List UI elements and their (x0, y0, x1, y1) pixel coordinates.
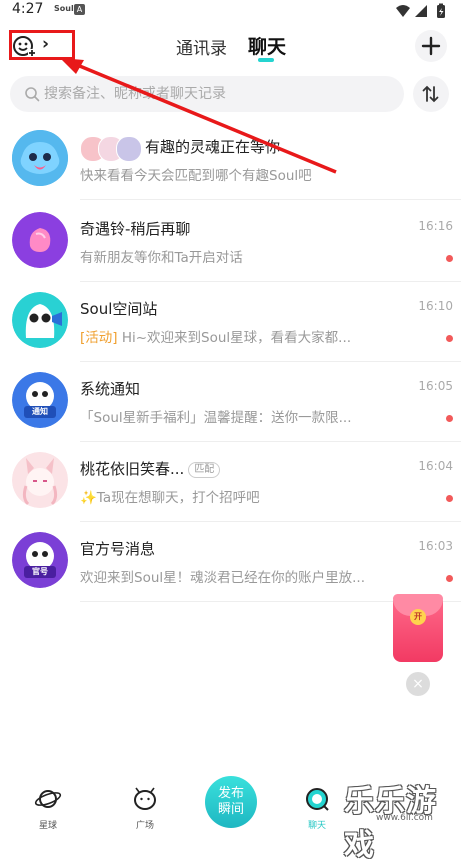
divider (80, 441, 461, 442)
divider (80, 521, 461, 522)
mini-avatar-group (80, 136, 142, 162)
planet-icon (34, 790, 62, 808)
chat-title: 系统通知 (80, 380, 141, 398)
red-packet-coin-icon: 开 (410, 609, 426, 625)
publish-label-2: 瞬间 (217, 802, 244, 817)
unread-dot (446, 495, 453, 502)
status-icons (395, 3, 451, 23)
chat-time: 16:04 (418, 459, 453, 473)
chat-title: 官方号消息 (80, 540, 156, 558)
chat-title: 有趣的灵魂正在等你 (145, 138, 281, 156)
search-input[interactable] (44, 76, 384, 112)
official-account-avatar: 官号 (12, 532, 68, 588)
a-notification-icon: A (74, 4, 85, 15)
nav-square[interactable]: 广场 (115, 786, 175, 831)
soul-match-avatar (12, 130, 68, 186)
official-badge-text: 官号 (32, 567, 48, 576)
system-notice-avatar: 通知 (12, 372, 68, 428)
status-bar: 4:27 Soul A (0, 0, 461, 22)
plus-icon (421, 36, 441, 56)
chat-preview: 快来看看今天会匹配到哪个有趣Soul吧 (80, 168, 312, 184)
battery-icon (437, 3, 445, 18)
chat-title: 桃花依旧笑春... 匹配 (80, 458, 221, 479)
chat-row-soul-match[interactable]: 有趣的灵魂正在等你 快来看看今天会匹配到哪个有趣Soul吧 (0, 122, 461, 202)
tab-contacts[interactable]: 通讯录 (176, 34, 227, 59)
unread-dot (446, 335, 453, 342)
publish-label-1: 发布 (217, 786, 244, 801)
activity-tag: [活动] (80, 330, 118, 346)
nav-label: 广场 (135, 821, 154, 831)
unread-dot (446, 255, 453, 262)
soul-notification-icon: Soul (54, 4, 74, 13)
encounter-bell-avatar (12, 212, 68, 268)
chat-row-system-notice[interactable]: 通知 系统通知 「Soul星新手福利」温馨提醒：送你一款限... 16:05 (0, 364, 461, 444)
chat-title: Soul空间站 (80, 300, 158, 318)
status-time: 4:27 (12, 1, 44, 17)
chat-title-text: 桃花依旧笑春... (80, 460, 185, 478)
annotation-highlight-box (9, 30, 75, 60)
chat-time: 16:10 (418, 299, 453, 313)
chat-row-official-messages[interactable]: 官号 官方号消息 欢迎来到Soul星！魂淡君已经在你的账户里放... 16:03 (0, 524, 461, 604)
chat-time: 16:03 (418, 539, 453, 553)
chat-preview-text: Hi~欢迎来到Soul星球，看看大家都... (117, 330, 352, 346)
chat-time: 16:16 (418, 219, 453, 233)
nav-label: 星球 (38, 821, 57, 831)
publish-moment-button[interactable]: 发布 瞬间 (205, 776, 257, 828)
nav-chat[interactable]: 聊天 (287, 786, 347, 831)
red-packet-float[interactable]: 开 (393, 594, 443, 662)
unread-dot (446, 575, 453, 582)
add-button[interactable] (415, 30, 447, 62)
search-icon (25, 87, 40, 102)
mini-avatar (116, 136, 142, 162)
chat-row-encounter-bell[interactable]: 奇遇铃-稍后再聊 有新朋友等你和Ta开启对话 16:16 (0, 204, 461, 284)
divider (80, 199, 461, 200)
unread-dot (446, 415, 453, 422)
chat-row-soul-space-station[interactable]: Soul空间站 [活动] Hi~欢迎来到Soul星球，看看大家都... 16:1… (0, 284, 461, 364)
chat-time: 16:05 (418, 379, 453, 393)
signal-icon (415, 5, 427, 17)
chat-preview: 欢迎来到Soul星！魂淡君已经在你的账户里放... (80, 570, 366, 586)
tab-chat[interactable]: 聊天 (248, 32, 286, 59)
square-face-icon (134, 787, 156, 810)
wifi-icon (396, 5, 410, 17)
peach-blossom-avatar (12, 452, 68, 508)
chat-row-peach-blossom[interactable]: 桃花依旧笑春... 匹配 ✨Ta现在想聊天，打个招呼吧 16:04 (0, 444, 461, 524)
nav-planet[interactable]: 星球 (18, 786, 78, 831)
nav-label: 聊天 (307, 821, 326, 831)
match-pill: 匹配 (188, 462, 221, 478)
chat-bubble-icon (306, 788, 329, 811)
search-bar[interactable] (10, 76, 404, 112)
chat-preview: ✨Ta现在想聊天，打个招呼吧 (80, 490, 260, 506)
chat-preview: 「Soul星新手福利」温馨提醒：送你一款限... (80, 410, 352, 426)
space-station-avatar (12, 292, 68, 348)
sort-button[interactable] (413, 76, 449, 112)
watermark-url: www.6ll.com (376, 813, 433, 823)
sort-arrows-icon (422, 85, 439, 103)
chat-title: 奇遇铃-稍后再聊 (80, 220, 191, 238)
chat-preview: 有新朋友等你和Ta开启对话 (80, 250, 243, 266)
chat-preview: [活动] Hi~欢迎来到Soul星球，看看大家都... (80, 326, 380, 346)
system-badge-text: 通知 (32, 407, 48, 416)
active-tab-indicator (258, 58, 274, 62)
divider (80, 281, 461, 282)
divider (80, 361, 461, 362)
close-float-button[interactable]: × (406, 672, 430, 696)
